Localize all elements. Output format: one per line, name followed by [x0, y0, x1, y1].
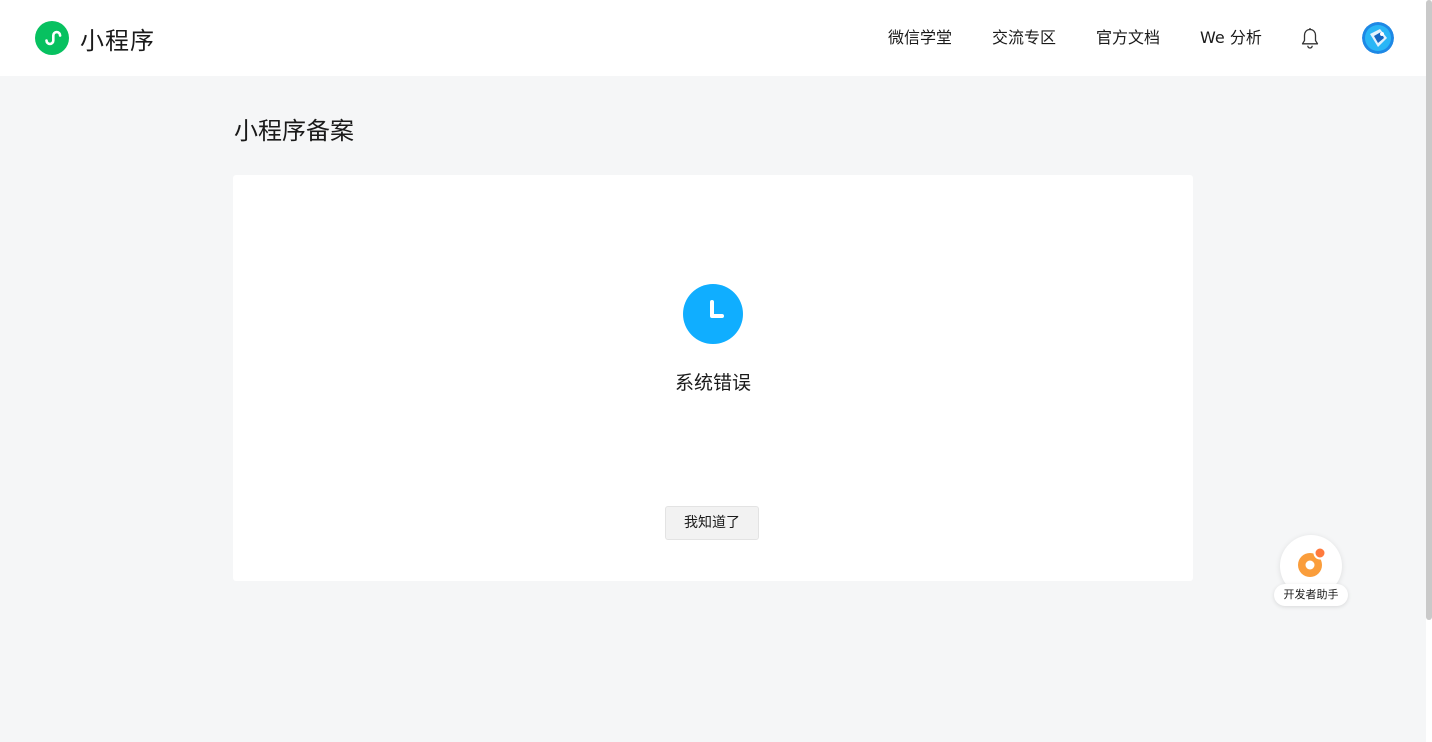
miniprogram-logo-icon [35, 21, 69, 55]
nav-wechat-academy[interactable]: 微信学堂 [888, 27, 952, 49]
nav-we-analytics[interactable]: We 分析 [1200, 27, 1262, 49]
avatar-image [1362, 22, 1394, 54]
brand-name: 小程序 [80, 26, 155, 55]
page-title: 小程序备案 [234, 117, 354, 145]
developer-assistant-widget[interactable]: 开发者助手 [1274, 535, 1348, 607]
bell-icon[interactable] [1300, 27, 1320, 49]
acknowledge-button[interactable]: 我知道了 [665, 506, 759, 540]
error-message: 系统错误 [674, 372, 751, 394]
brand[interactable]: 小程序 [35, 21, 155, 55]
clock-icon [683, 284, 743, 344]
assistant-label: 开发者助手 [1274, 584, 1348, 606]
notice-card: 系统错误 我知道了 [233, 175, 1193, 581]
nav-official-docs[interactable]: 官方文档 [1096, 27, 1160, 49]
developer-assistant-icon [1298, 546, 1327, 577]
user-avatar[interactable] [1362, 22, 1394, 54]
nav-community[interactable]: 交流专区 [992, 27, 1056, 49]
scrollbar-thumb[interactable] [1426, 0, 1432, 620]
top-navigation-bar: 小程序 微信学堂 交流专区 官方文档 We 分析 [0, 0, 1426, 76]
scrollbar[interactable] [1426, 0, 1432, 742]
